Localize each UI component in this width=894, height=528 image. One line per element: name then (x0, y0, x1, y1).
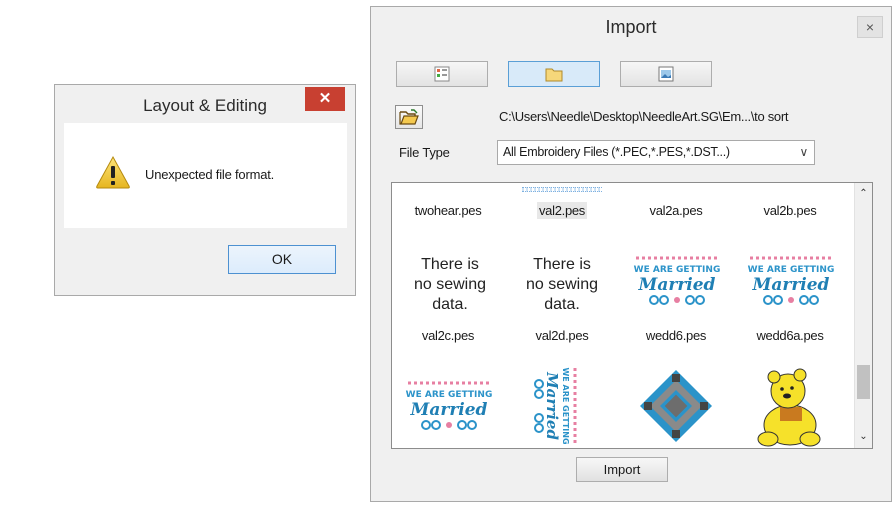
no-data-line3: data. (544, 296, 580, 313)
selection-indicator (522, 187, 602, 192)
file-item-val2a[interactable]: val2a.pes (620, 203, 732, 218)
no-data-line2: no sewing (413, 276, 487, 293)
open-folder-icon (399, 108, 419, 125)
quilt-pattern-thumbnail[interactable] (636, 366, 716, 446)
file-item-val2-label: val2.pes (536, 202, 588, 219)
scroll-down-icon[interactable]: ⌄ (855, 428, 872, 446)
vertical-scrollbar[interactable]: ⌃ ⌄ (854, 183, 872, 448)
embroidery-line2: Married (410, 400, 488, 420)
file-item-val2b[interactable]: val2b.pes (734, 203, 846, 218)
current-path: C:\Users\Needle\Desktop\NeedleArt.SG\Em.… (499, 109, 789, 124)
file-type-label: File Type (399, 145, 450, 160)
folder-view-button[interactable] (508, 61, 600, 87)
wedding-embroidery-thumbnail[interactable]: WE ARE GETTING Married (746, 253, 836, 311)
wedding-embroidery-rotated-thumbnail[interactable]: WE ARE GETTING Married (532, 366, 592, 446)
wedding-embroidery-thumbnail[interactable]: WE ARE GETTING Married (632, 253, 722, 311)
bear-embroidery-thumbnail[interactable] (754, 363, 826, 449)
file-item-twohear[interactable]: twohear.pes (392, 203, 504, 218)
dropdown-arrow-icon: ∨ (799, 145, 809, 159)
file-item-wedd6[interactable]: wedd6.pes (620, 328, 732, 343)
no-sewing-data-preview[interactable]: There is no sewing data. (394, 255, 506, 315)
embroidery-line1: WE ARE GETTING (634, 265, 721, 275)
thumbnail-view-icon (658, 66, 674, 82)
embroidery-line1: WE ARE GETTING (561, 367, 570, 444)
embroidery-line1: WE ARE GETTING (748, 265, 835, 275)
list-view-button[interactable] (396, 61, 488, 87)
list-view-icon (434, 66, 450, 82)
import-dialog-title: Import (605, 17, 657, 37)
scrollbar-thumb[interactable] (857, 365, 870, 399)
file-item-val2[interactable]: val2.pes (506, 202, 618, 219)
message-area: Unexpected file format. (64, 123, 347, 228)
file-type-value: All Embroidery Files (*.PEC,*.PES,*.DST.… (503, 145, 730, 159)
embroidery-line2: Married (543, 371, 561, 440)
file-item-val2c[interactable]: val2c.pes (392, 328, 504, 343)
file-browser[interactable]: twohear.pes val2.pes val2a.pes val2b.pes… (391, 182, 873, 449)
open-folder-button[interactable] (395, 105, 423, 129)
file-item-wedd6a[interactable]: wedd6a.pes (734, 328, 846, 343)
ok-button[interactable]: OK (228, 245, 336, 274)
no-sewing-data-preview[interactable]: There is no sewing data. (506, 255, 618, 315)
scroll-up-icon[interactable]: ⌃ (855, 185, 872, 203)
no-data-line1: There is (421, 256, 479, 273)
layout-editing-dialog: Layout & Editing ✕ Unexpected file forma… (54, 84, 356, 296)
no-data-line3: data. (432, 296, 468, 313)
thumbnail-view-button[interactable] (620, 61, 712, 87)
warning-icon (96, 155, 130, 189)
folder-icon (545, 68, 563, 81)
no-data-line1: There is (533, 256, 591, 273)
error-message: Unexpected file format. (145, 167, 275, 182)
no-data-line2: no sewing (525, 276, 599, 293)
import-close-button[interactable]: × (857, 16, 883, 38)
embroidery-line2: Married (638, 275, 716, 295)
layout-editing-close-button[interactable]: ✕ (305, 87, 345, 111)
wedding-embroidery-thumbnail[interactable]: WE ARE GETTING Married (404, 378, 494, 436)
import-dialog: Import × C:\Users\Needle\Desktop\NeedleA… (370, 6, 892, 502)
embroidery-line2: Married (752, 275, 830, 295)
import-button[interactable]: Import (576, 457, 668, 482)
file-item-val2d[interactable]: val2d.pes (506, 328, 618, 343)
embroidery-line1: WE ARE GETTING (406, 390, 493, 400)
file-type-select[interactable]: All Embroidery Files (*.PEC,*.PES,*.DST.… (497, 140, 815, 165)
